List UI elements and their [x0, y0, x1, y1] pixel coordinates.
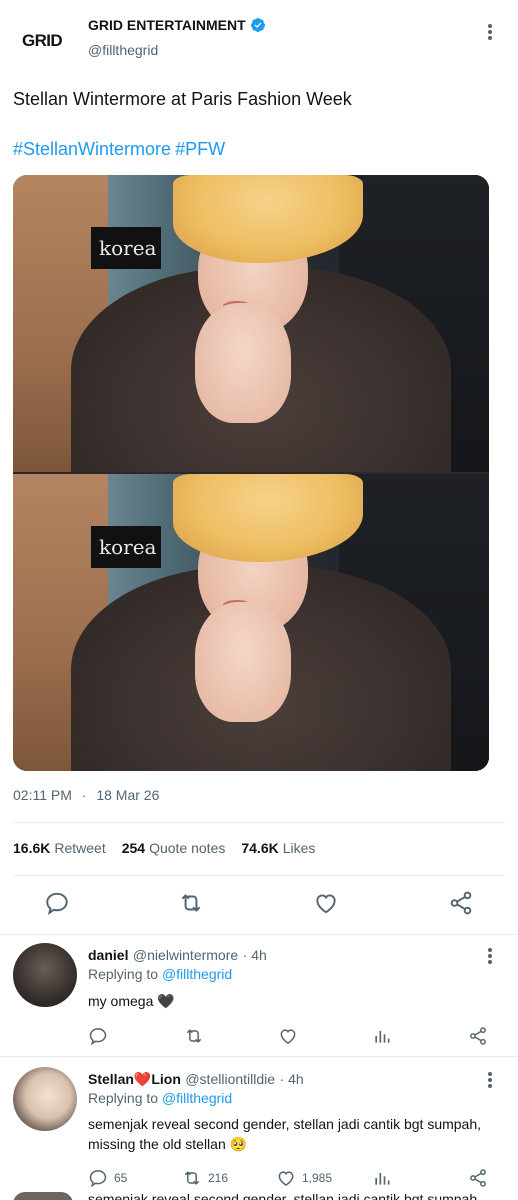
reply-header: Stellan❤️Lion @stelliontilldie · 4h	[88, 1071, 304, 1087]
reply-time[interactable]: 4h	[251, 947, 267, 963]
reply-author-name[interactable]: Stellan❤️Lion	[88, 1071, 181, 1087]
verified-badge-icon	[250, 18, 265, 32]
photo-sign: korea	[91, 526, 161, 568]
more-options-icon[interactable]	[482, 1070, 498, 1090]
quote-stat[interactable]: 254 Quote notes	[122, 840, 226, 856]
analytics-icon[interactable]	[372, 1026, 392, 1046]
avatar[interactable]	[13, 1192, 73, 1200]
reply-icon[interactable]	[44, 890, 70, 916]
account-handle[interactable]: @fillthegrid	[88, 42, 158, 58]
tweet-text: Stellan Wintermore at Paris Fashion Week	[13, 89, 352, 109]
like-icon[interactable]	[278, 1026, 298, 1046]
reply-text: semenjak reveal second gender, stellan j…	[88, 1191, 478, 1200]
divider	[13, 822, 505, 823]
avatar[interactable]	[13, 943, 77, 1007]
hashtag-link[interactable]: #StellanWintermore	[13, 139, 171, 159]
divider	[0, 1056, 518, 1057]
share-icon[interactable]	[468, 1168, 488, 1188]
reply-author-handle[interactable]: @stelliontilldie	[185, 1071, 275, 1087]
retweet-icon[interactable]	[184, 1026, 204, 1046]
tweet-timestamp[interactable]: 02:11 PM · 18 Mar 26	[13, 787, 159, 803]
retweet-count: 216	[208, 1171, 229, 1185]
photo-sign: korea	[91, 227, 161, 269]
retweet-icon[interactable]	[178, 890, 204, 916]
reply-time[interactable]: 4h	[288, 1071, 304, 1087]
replying-to-link[interactable]: @fillthegrid	[162, 966, 232, 982]
replying-to-link[interactable]: @fillthegrid	[162, 1090, 232, 1106]
reply-icon	[89, 1170, 107, 1188]
reply-text: my omega 🖤	[88, 993, 175, 1009]
like-icon[interactable]	[313, 890, 339, 916]
retweet-icon	[184, 1171, 200, 1185]
tweet-photo-2[interactable]: korea	[13, 474, 489, 771]
account-name-text: GRID ENTERTAINMENT	[88, 17, 246, 33]
grid-logo: GRID	[22, 31, 63, 50]
reply-icon[interactable]	[88, 1026, 108, 1046]
retweet-stat[interactable]: 16.6K Retweet	[13, 840, 106, 856]
reply-author-handle[interactable]: @nielwintermore	[133, 947, 238, 963]
replying-to: Replying to @fillthegrid	[88, 1090, 233, 1106]
replying-to: Replying to @fillthegrid	[88, 966, 233, 982]
tweet-stats: 16.6K Retweet 254 Quote notes 74.6K Likes	[13, 840, 315, 856]
share-icon[interactable]	[468, 1026, 488, 1046]
reply-action[interactable]: 65	[88, 1168, 127, 1188]
divider	[0, 934, 518, 935]
reply-header: daniel @nielwintermore · 4h	[88, 947, 267, 963]
more-options-icon[interactable]	[482, 946, 498, 966]
reply-count: 65	[114, 1171, 128, 1185]
retweet-action[interactable]: 216	[182, 1168, 228, 1188]
reply-text: semenjak reveal second gender, stellan j…	[88, 1116, 482, 1152]
hashtag-link[interactable]: #PFW	[175, 139, 225, 159]
like-count: 1,985	[302, 1171, 333, 1185]
avatar[interactable]	[13, 1067, 77, 1131]
account-name[interactable]: GRID ENTERTAINMENT	[88, 17, 266, 33]
like-icon	[278, 1171, 294, 1186]
more-options-icon[interactable]	[482, 22, 498, 42]
share-icon[interactable]	[448, 890, 474, 916]
reply-author-name[interactable]: daniel	[88, 947, 128, 963]
tweet-media-grid: korea korea	[13, 175, 489, 771]
hashtags: #StellanWintermore #PFW	[13, 139, 229, 160]
like-action[interactable]: 1,985	[276, 1168, 332, 1188]
divider	[13, 875, 505, 876]
analytics-icon[interactable]	[372, 1168, 392, 1188]
tweet-photo-1[interactable]: korea	[13, 175, 489, 472]
likes-stat[interactable]: 74.6K Likes	[241, 840, 315, 856]
